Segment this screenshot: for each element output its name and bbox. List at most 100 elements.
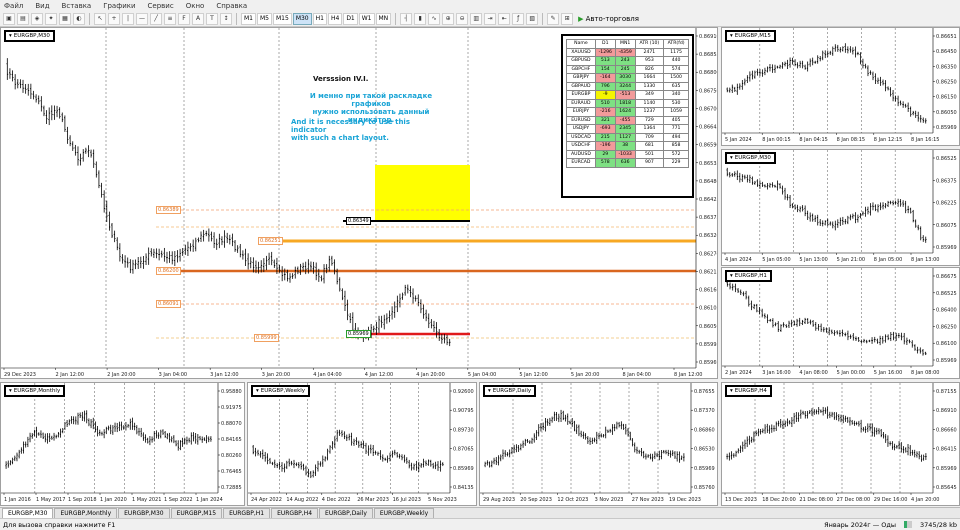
dropdown-icon[interactable]: ▾	[730, 388, 733, 394]
menu-item-1[interactable]: Вид	[35, 2, 49, 10]
dropdown-icon[interactable]: ▾	[730, 33, 733, 39]
timeframe-mn[interactable]: MN	[375, 12, 392, 25]
menu-item-2[interactable]: Вставка	[62, 2, 92, 10]
horizontal-line-icon[interactable]: —	[136, 12, 148, 25]
shift-icon[interactable]: ⇤	[498, 12, 511, 25]
x-tick-label: 5 Jan 2024	[725, 137, 752, 143]
menu-item-3[interactable]: Графики	[103, 2, 135, 10]
dropdown-icon[interactable]: ▾	[730, 155, 733, 161]
side-chart-h1[interactable]: ▾ EURGBP,H1 0.86675 0.86525 0.86400 0.86250 0.…	[721, 267, 960, 379]
bottom-chart-daily[interactable]: ▾ EURGBP,Daily 0.87655 0.87370 0.86860 0.8653…	[479, 382, 718, 506]
meta-editor-icon[interactable]: ✎	[547, 12, 560, 25]
candle-chart-icon[interactable]: ▮	[414, 12, 427, 25]
x-tick-label: 1 Sep 2022	[164, 497, 193, 503]
y-tick-label: 0.86105	[699, 306, 718, 312]
timeframe-m5[interactable]: M5	[257, 12, 272, 25]
zoom-in-icon[interactable]: ⊕	[442, 12, 455, 25]
terminal-icon[interactable]: ▦	[59, 12, 71, 25]
bottom-chart-weekly[interactable]: ▾ EURGBP,Weekly 0.92600 0.90795 0.89730 0.870…	[247, 382, 477, 506]
table-cell: -4359	[614, 47, 636, 57]
chart-canvas[interactable]: 0.92600 0.90795 0.89730 0.87065 0.85969 0.841…	[248, 383, 476, 505]
menu-item-6[interactable]: Справка	[216, 2, 247, 10]
cursor-icon[interactable]: ↖	[94, 12, 106, 25]
arrows-icon[interactable]: ↕	[220, 12, 232, 25]
navigator-icon[interactable]: ✦	[45, 12, 57, 25]
timeframe-m1[interactable]: M1	[241, 12, 256, 25]
menu-item-5[interactable]: Окно	[186, 2, 205, 10]
tab-6[interactable]: EURGBP,Daily	[319, 508, 373, 518]
table-cell: GBPAUD	[566, 81, 596, 91]
timeframe-d1[interactable]: D1	[343, 12, 358, 25]
timeframe-h4[interactable]: H4	[327, 12, 343, 25]
tab-7[interactable]: EURGBP,Weekly	[373, 508, 435, 518]
y-tick-label: 0.89730	[453, 427, 474, 433]
main-chart-window[interactable]: ▾ EURGBP,M30 0.86910 0.86855 0.86800 0.86750…	[0, 27, 718, 379]
menu-item-0[interactable]: Файл	[4, 2, 23, 10]
table-cell: 1664	[634, 73, 665, 83]
chart-canvas[interactable]: 0.87155 0.86910 0.86660 0.86415 0.85969 0.856…	[722, 383, 959, 505]
table-row: GBPAUD 796 3244 1330 635	[566, 81, 689, 91]
fibo-icon[interactable]: F	[178, 12, 190, 25]
table-cell: -9	[594, 90, 616, 100]
crosshair-icon[interactable]: +	[108, 12, 120, 25]
chart-canvas[interactable]: 0.95880 0.91975 0.88070 0.84165 0.80260 0.764…	[1, 383, 244, 505]
new-chart-icon[interactable]: ▣	[3, 12, 15, 25]
templates-icon[interactable]: ▧	[526, 12, 539, 25]
table-cell: -513	[614, 90, 636, 100]
chart-canvas[interactable]: 0.86675 0.86525 0.86400 0.86250 0.86100 0.859…	[722, 268, 959, 378]
dropdown-icon[interactable]: ▾	[9, 33, 12, 39]
table-cell: 349	[634, 90, 665, 100]
indicators-icon[interactable]: ƒ	[512, 12, 525, 25]
autoscroll-icon[interactable]: ⇥	[484, 12, 497, 25]
tile-windows-icon[interactable]: ▥	[470, 12, 483, 25]
level-label: 0.86200	[156, 267, 181, 275]
bottom-chart-monthly[interactable]: ▾ EURGBP,Monthly 0.95880 0.91975 0.88070 0.84…	[0, 382, 245, 506]
market-watch-icon[interactable]: ◈	[31, 12, 43, 25]
y-tick-label: 0.87065	[453, 447, 474, 453]
y-tick-label: 0.86250	[936, 80, 957, 86]
table-cell: 340	[663, 90, 689, 100]
text-icon[interactable]: A	[192, 12, 204, 25]
chart-canvas[interactable]: 0.86525 0.86375 0.86225 0.86075 0.85969 4 Jan…	[722, 150, 959, 265]
tester-icon[interactable]: ◐	[73, 12, 85, 25]
menu-item-4[interactable]: Сервис	[148, 2, 174, 10]
chart-canvas[interactable]: 0.87655 0.87370 0.86860 0.86530 0.85969 0.857…	[480, 383, 717, 505]
x-tick-label: 4 Jan 04:00	[313, 372, 341, 378]
chart-title-label: EURGBP,Monthly	[13, 388, 61, 394]
side-chart-m30[interactable]: ▾ EURGBP,M30 0.86525 0.86375 0.86225 0.86075 0…	[721, 149, 960, 266]
chart-title: ▾ EURGBP,M30	[4, 30, 55, 42]
profiles-icon[interactable]: ▤	[17, 12, 29, 25]
timeframe-w1[interactable]: W1	[358, 12, 375, 25]
dropdown-icon[interactable]: ▾	[256, 388, 259, 394]
autotrade-button[interactable]: ▶ Авто-торговля	[575, 15, 642, 23]
timeframe-m30[interactable]: M30	[292, 12, 312, 25]
x-tick-label: 4 Jan 08:00	[799, 370, 827, 376]
zoom-out-icon[interactable]: ⊖	[456, 12, 469, 25]
table-cell: 771	[663, 124, 689, 134]
side-chart-m15[interactable]: ▾ EURGBP,M15 0.86651 0.86450 0.86350 0.86250 0…	[721, 27, 960, 146]
dropdown-icon[interactable]: ▾	[9, 388, 12, 394]
trendline-icon[interactable]: ╱	[150, 12, 162, 25]
tab-4[interactable]: EURGBP,H1	[223, 508, 271, 518]
timeframe-h1[interactable]: H1	[312, 12, 327, 25]
dropdown-icon[interactable]: ▾	[488, 388, 491, 394]
vertical-line-icon[interactable]: |	[122, 12, 134, 25]
tab-5[interactable]: EURGBP,H4	[271, 508, 319, 518]
tab-1[interactable]: EURGBP,Monthly	[54, 508, 118, 518]
chart-canvas[interactable]: 0.86651 0.86450 0.86350 0.86250 0.86150 0.860…	[722, 28, 959, 145]
bottom-chart-h4[interactable]: ▾ EURGBP,H4 0.87155 0.86910 0.86660 0.86415 0.…	[721, 382, 960, 506]
new-order-icon[interactable]: ⊞	[561, 12, 574, 25]
y-tick-label: 0.86400	[936, 308, 957, 314]
timeframe-m15[interactable]: M15	[273, 12, 292, 25]
table-cell: 321	[594, 115, 616, 125]
tab-2[interactable]: EURGBP,M30	[118, 508, 170, 518]
bar-chart-icon[interactable]: ┤	[400, 12, 413, 25]
line-chart-icon[interactable]: ∿	[428, 12, 441, 25]
dropdown-icon[interactable]: ▾	[730, 273, 733, 279]
label-icon[interactable]: T	[206, 12, 218, 25]
channel-icon[interactable]: ≡	[164, 12, 176, 25]
tab-0[interactable]: EURGBP,M30	[2, 508, 54, 518]
tab-3[interactable]: EURGBP,M15	[170, 508, 223, 518]
x-tick-label: 3 Jan 12:00	[210, 372, 238, 378]
y-tick-label: 0.86225	[936, 201, 957, 207]
